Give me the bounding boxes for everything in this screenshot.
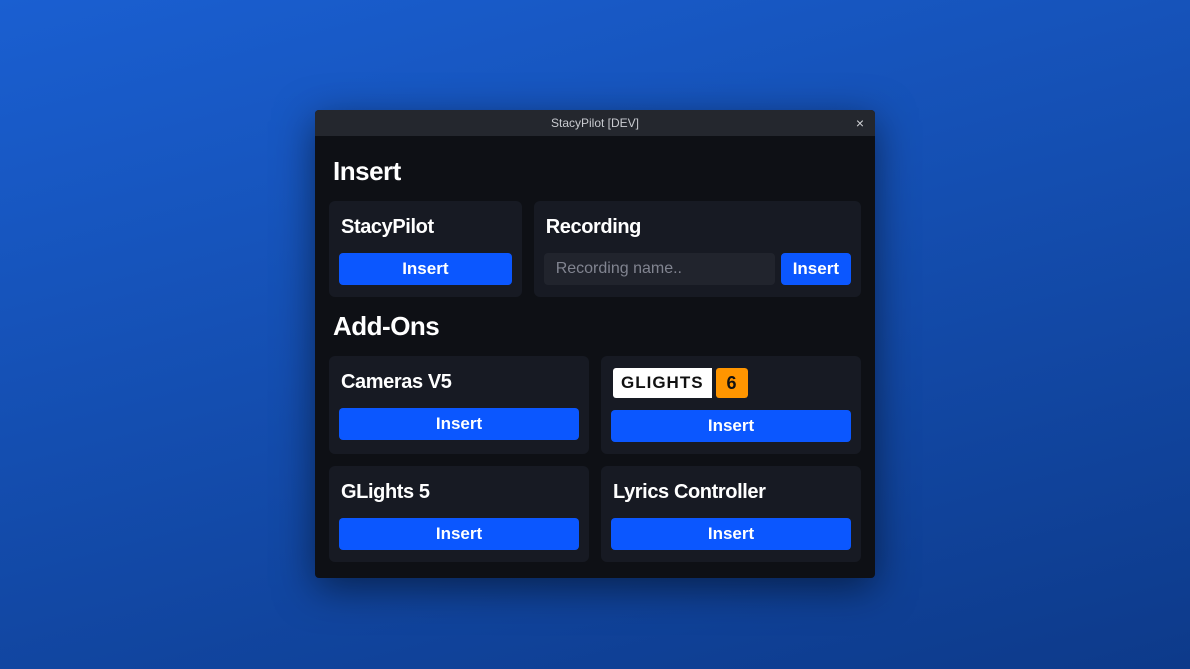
insert-button-stacypilot[interactable]: Insert [339,253,512,285]
titlebar[interactable]: StacyPilot [DEV] × [315,110,875,136]
card-header: StacyPilot [341,213,510,241]
card-title: Lyrics Controller [613,481,766,504]
addons-grid: Cameras V5 Insert GLIGHTS 6 Insert GLigh… [329,356,861,562]
window-content: Insert StacyPilot Insert Recording Inser… [315,136,875,578]
card-header: Recording [546,213,849,241]
card-header: GLights 5 [341,478,577,506]
section-title-addons: Add-Ons [333,311,857,342]
card-header: Lyrics Controller [613,478,849,506]
insert-button-lyrics[interactable]: Insert [611,518,851,550]
insert-button-glights6[interactable]: Insert [611,410,851,442]
card-lyrics: Lyrics Controller Insert [601,466,861,562]
section-title-insert: Insert [333,156,857,187]
card-glights5: GLights 5 Insert [329,466,589,562]
card-header: GLIGHTS 6 [613,368,849,398]
card-title: Recording [546,216,641,239]
close-icon: × [856,115,864,131]
insert-button-cameras[interactable]: Insert [339,408,579,440]
card-title: GLights 5 [341,481,430,504]
card-stacypilot: StacyPilot Insert [329,201,522,297]
glights6-logo-word: GLIGHTS [613,368,712,398]
glights6-logo-num: 6 [716,368,748,398]
card-glights6: GLIGHTS 6 Insert [601,356,861,454]
glights6-logo: GLIGHTS 6 [613,368,748,398]
window-title: StacyPilot [DEV] [551,116,639,130]
close-button[interactable]: × [845,110,875,136]
card-title: StacyPilot [341,216,434,239]
card-cameras: Cameras V5 Insert [329,356,589,454]
insert-button-glights5[interactable]: Insert [339,518,579,550]
app-window: StacyPilot [DEV] × Insert StacyPilot Ins… [315,110,875,578]
insert-button-recording[interactable]: Insert [781,253,851,285]
recording-input-row: Insert [544,253,851,285]
card-recording: Recording Insert [534,201,861,297]
card-title: Cameras V5 [341,371,452,394]
card-header: Cameras V5 [341,368,577,396]
insert-grid: StacyPilot Insert Recording Insert [329,201,861,297]
recording-name-input[interactable] [544,253,775,285]
